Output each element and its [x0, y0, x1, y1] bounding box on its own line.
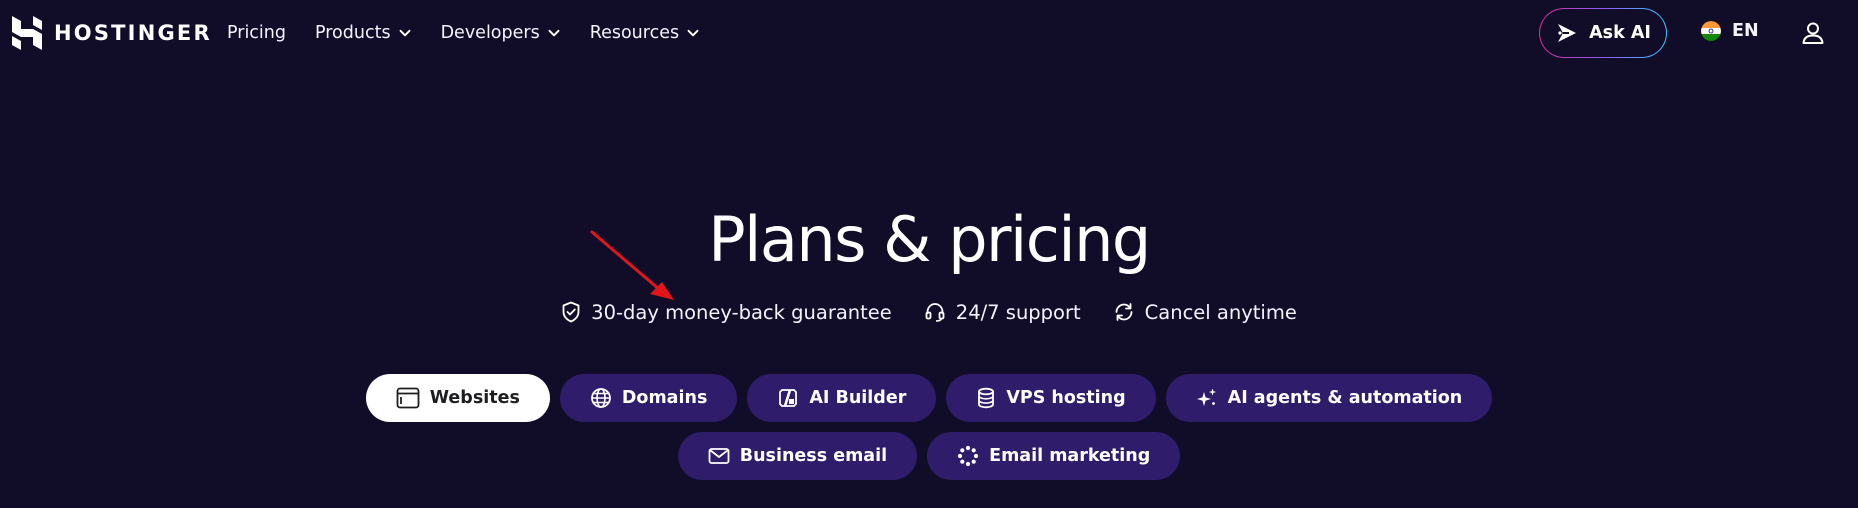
tab-ai-agents[interactable]: AI agents & automation [1165, 374, 1493, 422]
nav-item-label: Resources [589, 23, 680, 43]
ask-ai-button[interactable]: Ask AI [1539, 8, 1667, 58]
shield-check-icon [562, 301, 580, 323]
tab-business-email[interactable]: Business email [677, 432, 918, 480]
tab-websites[interactable]: Websites [365, 374, 550, 422]
nav-item-label: Products [315, 23, 391, 43]
feature-list: 30-day money-back guarantee 24/7 support… [0, 297, 1858, 327]
ask-ai-label: Ask AI [1589, 23, 1651, 43]
india-flag-icon [1701, 21, 1721, 41]
hostinger-logo[interactable]: HOSTINGER [12, 16, 212, 50]
feature-label: 24/7 support [955, 300, 1081, 324]
feature-label: Cancel anytime [1144, 300, 1297, 324]
main-nav: Pricing Products Developers Resources [227, 20, 700, 46]
nav-item-label: Pricing [227, 23, 286, 43]
user-icon [1802, 22, 1824, 44]
globe-icon [590, 388, 611, 408]
chevron-down-icon [398, 26, 412, 40]
nav-item-pricing[interactable]: Pricing [227, 20, 286, 46]
language-selector[interactable]: EN [1701, 21, 1759, 41]
feature-cancel: Cancel anytime [1113, 297, 1297, 327]
tab-email-marketing[interactable]: Email marketing [927, 432, 1181, 480]
refresh-icon [1115, 303, 1133, 321]
headset-icon [925, 303, 945, 322]
ai-builder-icon [779, 389, 798, 407]
feature-money-back: 30-day money-back guarantee [561, 297, 892, 327]
sparkles-icon [1196, 388, 1216, 406]
database-icon [978, 387, 995, 409]
browser-window-icon [396, 387, 420, 409]
tab-label: Domains [621, 388, 708, 408]
tab-vps-hosting[interactable]: VPS hosting [946, 374, 1156, 422]
nav-item-label: Developers [440, 23, 540, 43]
chevron-down-icon [686, 26, 700, 40]
email-marketing-icon [958, 445, 979, 467]
tab-label: Websites [429, 388, 520, 408]
tab-label: Business email [739, 446, 888, 466]
tab-label: AI Builder [809, 388, 907, 408]
tab-domains[interactable]: Domains [559, 374, 738, 422]
account-button[interactable] [1800, 20, 1826, 46]
chevron-down-icon [547, 26, 561, 40]
feature-support: 24/7 support [924, 297, 1081, 327]
tab-label: AI agents & automation [1227, 388, 1463, 408]
nav-item-products[interactable]: Products [315, 20, 412, 46]
feature-label: 30-day money-back guarantee [591, 300, 892, 324]
language-label: EN [1732, 21, 1759, 41]
logo-text: HOSTINGER [54, 21, 212, 45]
category-tabs-row-1: Websites Domains AI Builder VPS hosting [0, 374, 1858, 422]
category-tabs-row-2: Business email Email marketing [0, 432, 1858, 480]
tab-label: VPS hosting [1006, 388, 1126, 408]
ask-ai-icon [1558, 24, 1577, 42]
envelope-icon [708, 448, 730, 464]
page-title: Plans & pricing [708, 203, 1151, 276]
tab-ai-builder[interactable]: AI Builder [747, 374, 937, 422]
nav-item-resources[interactable]: Resources [590, 20, 700, 46]
tab-label: Email marketing [989, 446, 1151, 466]
nav-item-developers[interactable]: Developers [441, 20, 561, 46]
hostinger-logo-icon [12, 16, 42, 50]
site-header: HOSTINGER Pricing Products Developers Re… [0, 0, 1858, 66]
